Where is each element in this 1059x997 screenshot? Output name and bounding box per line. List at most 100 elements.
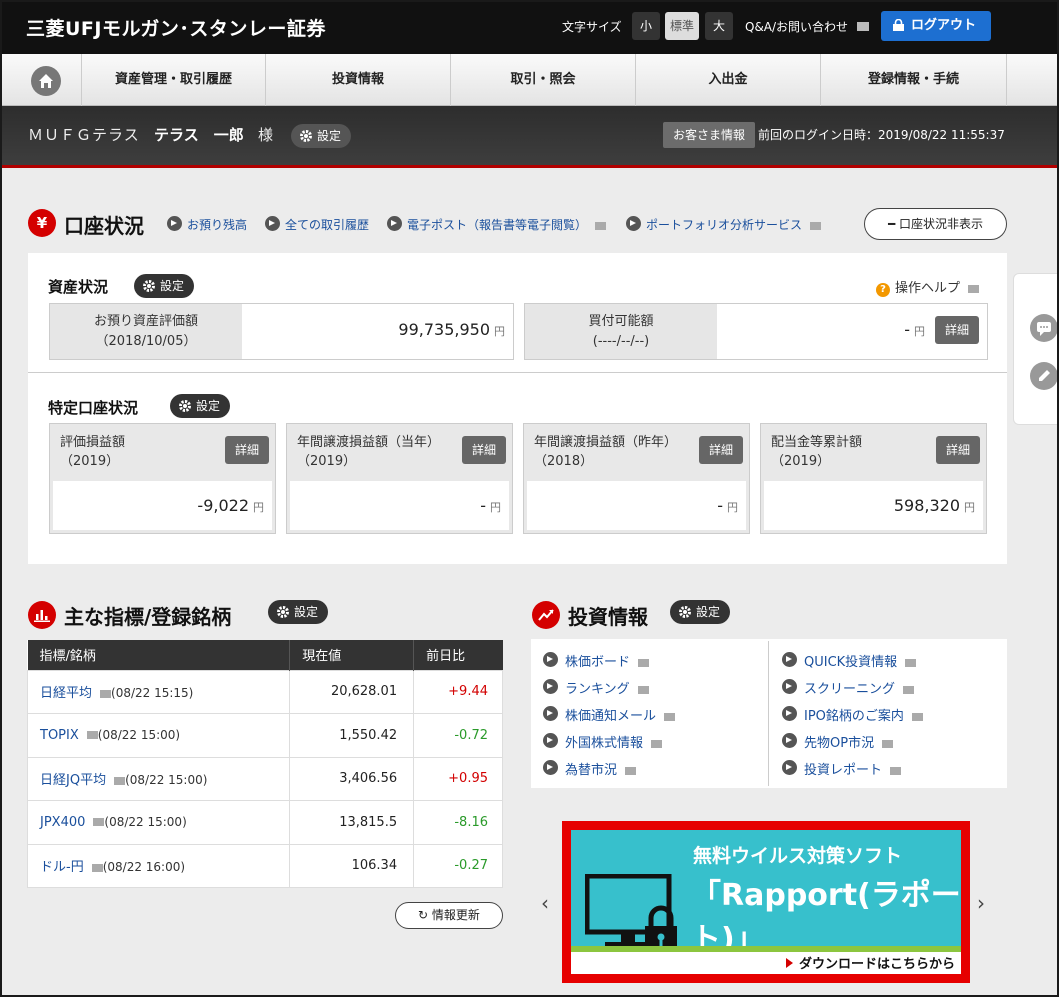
hide-account-status-button[interactable]: ━ 口座状況非表示 — [864, 208, 1007, 240]
tokutei-value-row: -円 — [717, 496, 738, 515]
index-change: +9.44 — [413, 669, 503, 714]
rapport-banner[interactable]: 無料ウイルス対策ソフト 「Rapport(ラポート)」 ダウンロードはこちらから — [562, 821, 970, 983]
invest-link-futures-options[interactable]: 先物OP市況 — [782, 732, 894, 751]
divider — [28, 372, 1007, 373]
customer-info-button[interactable]: お客さま情報 — [663, 122, 755, 148]
invest-link-label: 株価ボード — [565, 655, 631, 670]
invest-link-price-alert[interactable]: 株価通知メール — [543, 705, 676, 724]
user-settings-button[interactable]: 設定 — [291, 124, 352, 148]
chat-icon[interactable] — [1030, 314, 1058, 342]
tokutei-year: （2019） — [771, 453, 831, 469]
invest-info-title: 投資情報 — [568, 605, 648, 629]
help-label: 操作ヘルプ — [895, 281, 961, 296]
font-size-standard-button[interactable]: 標準 — [665, 12, 699, 40]
banner-cta: ダウンロードはこちらから — [786, 953, 955, 972]
index-name-link[interactable]: 日経平均 — [40, 686, 92, 701]
company-logo[interactable]: 三菱UFJモルガン･スタンレー証券 — [26, 14, 326, 41]
index-price: 3,406.56 — [289, 756, 415, 801]
settings-pill: 設定 — [134, 274, 195, 298]
invest-link-label: 為替市況 — [565, 763, 618, 778]
settings-label: 設定 — [196, 399, 221, 413]
buying-power-detail-button[interactable]: 詳細 — [935, 316, 979, 344]
nav-investment-info[interactable]: 投資情報 — [266, 54, 451, 106]
tokutei-settings-button[interactable]: 設定 — [170, 394, 231, 418]
link-label: ポートフォリオ分析サービス — [646, 218, 803, 232]
link-label: 電子ポスト（報告書等電子閲覧） — [407, 218, 588, 232]
settings-pill: 設定 — [170, 394, 231, 418]
gear-icon — [679, 606, 691, 618]
user-name: テラス 一郎 — [154, 126, 244, 144]
carousel-prev-icon[interactable]: ‹ — [541, 893, 555, 913]
tokutei-year: （2019） — [60, 453, 120, 469]
invest-link-fx-market[interactable]: 為替市況 — [543, 759, 637, 778]
new-window-icon — [651, 739, 663, 748]
asset-settings-button[interactable]: 設定 — [134, 274, 195, 298]
help-link[interactable]: ? 操作ヘルプ — [876, 277, 980, 297]
invest-link-quick[interactable]: QUICK投資情報 — [782, 651, 917, 670]
asset-status-title: 資産状況 — [48, 278, 109, 296]
index-time: (08/22 15:15) — [111, 686, 194, 701]
tokutei-value-cell: -9,022 円 — [53, 481, 272, 530]
qa-link[interactable]: Q&A/お問い合わせ — [745, 18, 848, 35]
tokutei-detail-button[interactable]: 詳細 — [462, 436, 506, 464]
new-window-icon — [637, 685, 649, 694]
user-honorific: 様 — [258, 126, 274, 144]
index-price: 106.34 — [289, 843, 415, 888]
index-change: +0.95 — [413, 756, 503, 801]
carousel-next-icon[interactable]: › — [977, 893, 991, 913]
invest-link-foreign-stocks[interactable]: 外国株式情報 — [543, 732, 663, 751]
tokutei-detail-button[interactable]: 詳細 — [699, 436, 743, 464]
logout-label: ログアウト — [911, 18, 977, 33]
nav-deposit-withdrawal[interactable]: 入出金 — [636, 54, 821, 106]
invest-link-stock-board[interactable]: 株価ボード — [543, 651, 650, 670]
link-balance[interactable]: お預り残高 — [167, 216, 247, 233]
invest-info-panel: 株価ボード ランキング 株価通知メール 外国株式情報 為替市況 QUICK投資情… — [531, 639, 1007, 788]
settings-label: 設定 — [696, 605, 721, 619]
tokutei-card: 年間譲渡損益額（当年） （2019） 詳細 -円 — [286, 423, 513, 534]
edit-icon[interactable] — [1030, 362, 1058, 390]
index-name-link[interactable]: JPX400 — [40, 815, 85, 830]
font-size-small-button[interactable]: 小 — [632, 12, 660, 40]
index-name-link[interactable]: TOPIX — [40, 728, 79, 743]
invest-link-reports[interactable]: 投資レポート — [782, 759, 902, 778]
nav-asset-management[interactable]: 資産管理・取引履歴 — [82, 54, 266, 106]
tokutei-value-cell: -円 — [527, 481, 746, 530]
new-window-icon — [911, 712, 923, 721]
nav-registration[interactable]: 登録情報・手続 — [821, 54, 1007, 106]
link-portfolio-analysis[interactable]: ポートフォリオ分析サービス — [626, 216, 822, 233]
table-row: JPX400 (08/22 15:00) 13,815.5 -8.16 — [26, 800, 503, 845]
font-size-large-button[interactable]: 大 — [705, 12, 733, 40]
tokutei-value-cell: -円 — [290, 481, 509, 530]
table-header-row: 指標/銘柄 現在値 前日比 — [27, 640, 503, 670]
trend-icon — [532, 601, 560, 629]
invest-link-label: 株価通知メール — [565, 709, 657, 724]
invest-link-screening[interactable]: スクリーニング — [782, 678, 915, 697]
invest-settings-button[interactable]: 設定 — [670, 600, 731, 624]
yen-unit: 円 — [964, 501, 975, 514]
nav-trading[interactable]: 取引・照会 — [451, 54, 636, 106]
tokutei-detail-button[interactable]: 詳細 — [936, 436, 980, 464]
index-name-link[interactable]: 日経JQ平均 — [40, 773, 106, 788]
buying-power-label: 買付可能額 — [588, 314, 654, 329]
invest-link-label: 先物OP市況 — [804, 736, 875, 751]
refresh-icon: ↻ — [418, 908, 432, 922]
link-all-history[interactable]: 全ての取引履歴 — [265, 216, 369, 233]
tokutei-card: 評価損益額 （2019） 詳細 -9,022 円 — [49, 423, 276, 534]
nav-home[interactable] — [0, 54, 82, 106]
invest-link-ranking[interactable]: ランキング — [543, 678, 649, 697]
tokutei-detail-button[interactable]: 詳細 — [225, 436, 269, 464]
arrow-icon — [543, 760, 558, 775]
link-electronic-post[interactable]: 電子ポスト（報告書等電子閲覧） — [387, 216, 607, 233]
invest-link-ipo[interactable]: IPO銘柄のご案内 — [782, 705, 923, 724]
yen-unit: 円 — [494, 325, 505, 338]
tokutei-value-cell: 598,320 円 — [764, 481, 983, 530]
yen-unit: 円 — [914, 325, 925, 338]
refresh-button[interactable]: ↻ 情報更新 — [395, 902, 503, 929]
indices-settings-button[interactable]: 設定 — [268, 600, 329, 624]
arrow-icon — [167, 216, 182, 231]
tokutei-label: 年間譲渡損益額（当年） — [297, 435, 441, 450]
index-name-link[interactable]: ドル-円 — [40, 860, 84, 875]
index-name-cell: ドル-円 (08/22 16:00) — [26, 843, 291, 888]
buying-power-value: - — [904, 320, 910, 339]
logout-button[interactable]: ログアウト — [881, 11, 991, 41]
